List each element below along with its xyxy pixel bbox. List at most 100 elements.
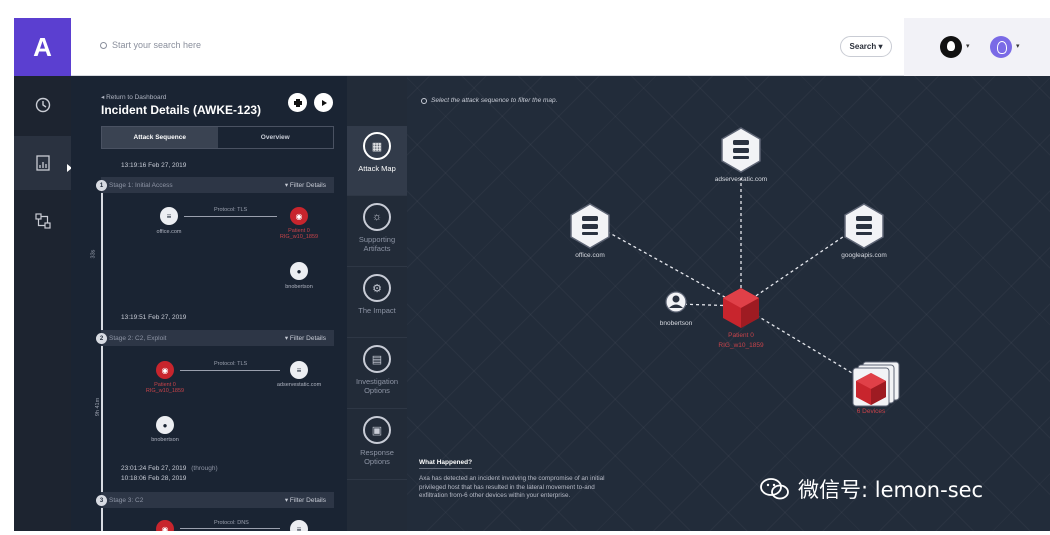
wechat-icon: [760, 478, 789, 500]
strip-label: Attack Map: [358, 164, 396, 173]
stage-timestamp: 23:01:24 Feb 27, 2019 (through): [121, 465, 218, 472]
what-happened-title: What Happened?: [419, 459, 473, 469]
node-label: bnobertson: [151, 437, 179, 443]
top-bar: A Start your search here Search ▾ ▾ ▾: [14, 18, 1050, 76]
protocol-label: Protocol: DNS: [214, 520, 249, 526]
user-icon: [665, 291, 687, 313]
compromised-host-icon[interactable]: ◉: [156, 361, 174, 379]
server-icon[interactable]: ≡: [160, 207, 178, 225]
report-icon[interactable]: [14, 136, 71, 190]
stage-timestamp-end: 10:18:06 Feb 28, 2019: [121, 475, 187, 482]
user-icon[interactable]: ●: [156, 416, 174, 434]
protocol-label: Protocol: TLS: [214, 361, 248, 367]
tab-overview[interactable]: Overview: [218, 127, 334, 148]
tab-attack-sequence[interactable]: Attack Sequence: [102, 127, 218, 148]
stage-timestamp: 13:19:16 Feb 27, 2019: [121, 162, 187, 169]
node-label: 6 Devices: [856, 408, 886, 415]
node-label: googleapis.com: [841, 252, 887, 259]
filter-details-button[interactable]: ▾ Filter Details: [285, 181, 326, 189]
server-hex-icon: [721, 127, 761, 173]
node-label: adservestatic.com: [714, 176, 768, 183]
server-icon[interactable]: ≡: [290, 520, 308, 531]
timeline-line: [101, 188, 103, 531]
attack-map[interactable]: Select the attack sequence to filter the…: [407, 76, 1050, 531]
what-happened-panel: What Happened? Axa has detected an incid…: [419, 451, 619, 501]
clock-icon[interactable]: [14, 78, 71, 132]
print-icon[interactable]: [288, 93, 307, 112]
map-icon: ▦: [363, 132, 391, 160]
app-logo[interactable]: A: [14, 18, 71, 76]
impact-icon: ⚙: [363, 274, 391, 302]
response-options-tab[interactable]: ▣ Response Options: [347, 410, 407, 480]
node-label: Patient 0 RIG_w10_1859: [145, 382, 185, 394]
timestamp-start: 23:01:24 Feb 27, 2019: [121, 465, 187, 472]
what-happened-body: Axa has detected an incident involving t…: [419, 475, 605, 499]
node-label: Patient 0 RIG_w10_1859: [279, 228, 319, 240]
stage-number: 1: [96, 180, 107, 191]
supporting-artifacts-tab[interactable]: ☼ Supporting Artifacts: [347, 197, 407, 267]
server-icon[interactable]: ≡: [290, 361, 308, 379]
node-label: RIG_w10_1859: [718, 342, 764, 349]
protocol-label: Protocol: TLS: [214, 207, 248, 213]
stage-label: Stage 3: C2: [109, 496, 144, 504]
stage-label: Stage 2: C2, Exploit: [109, 334, 167, 342]
stage-bar[interactable]: Stage 1: Initial Access ▾ Filter Details: [101, 177, 334, 193]
response-icon: ▣: [363, 416, 391, 444]
stage-bar[interactable]: Stage 3: C2 ▾ Filter Details: [101, 492, 334, 508]
chevron-down-icon[interactable]: ▾: [1016, 42, 1020, 50]
user-icon[interactable]: ●: [290, 262, 308, 280]
edge-left: [596, 225, 742, 307]
fingerprint-icon: ☼: [363, 203, 391, 231]
watermark-text: 微信号: lemon-sec: [798, 478, 984, 502]
stage-label: Stage 1: Initial Access: [109, 181, 173, 189]
node-label: Patient 0: [728, 332, 754, 339]
stage-number: 3: [96, 495, 107, 506]
shield-user-icon[interactable]: [940, 36, 962, 58]
devices-cube-stack-icon: [852, 361, 900, 407]
search-field[interactable]: Start your search here: [100, 40, 201, 50]
page-title: Incident Details (AWKE-123): [101, 103, 262, 117]
stage-timestamp: 13:19:51 Feb 27, 2019: [121, 314, 187, 321]
strip-label: Supporting Artifacts: [358, 235, 396, 253]
edge-right: [740, 225, 860, 307]
network-icon[interactable]: [14, 194, 71, 248]
node-label: office.com: [575, 252, 605, 259]
connection-line: [180, 528, 280, 529]
node-label: adservestatic.com: [276, 382, 322, 388]
filter-details-button[interactable]: ▾ Filter Details: [285, 496, 326, 504]
watermark: 微信号: lemon-sec: [760, 474, 983, 504]
server-hex-icon: [570, 203, 610, 249]
investigation-options-tab[interactable]: ▤ Investigation Options: [347, 339, 407, 409]
strip-label: Response Options: [360, 448, 394, 466]
search-icon: [100, 41, 107, 49]
node-label: bnobertson: [285, 284, 313, 290]
incident-panel: ◂ Return to Dashboard Incident Details (…: [71, 76, 347, 531]
return-to-dashboard-link[interactable]: ◂ Return to Dashboard: [101, 93, 166, 101]
attack-map-tab[interactable]: ▦ Attack Map: [347, 126, 407, 196]
connection-line: [180, 370, 280, 371]
timestamp-through: (through): [191, 465, 218, 472]
server-hex-icon: [844, 203, 884, 249]
topbar-user-area: [904, 18, 1050, 76]
strip-label: Investigation Options: [355, 377, 399, 395]
stage-number: 2: [96, 333, 107, 344]
investigation-icon: ▤: [363, 345, 391, 373]
search-placeholder: Start your search here: [112, 40, 202, 50]
stage-duration: 33s: [90, 249, 97, 259]
compromised-host-icon[interactable]: ◉: [290, 207, 308, 225]
strip-label: The Impact: [358, 306, 396, 315]
compromised-host-icon[interactable]: ◉: [156, 520, 174, 531]
avatar[interactable]: [990, 36, 1012, 58]
search-button[interactable]: Search ▾: [840, 36, 892, 57]
connection-line: [184, 216, 277, 217]
filter-details-button[interactable]: ▾ Filter Details: [285, 334, 326, 342]
stage-bar[interactable]: Stage 2: C2, Exploit ▾ Filter Details: [101, 330, 334, 346]
play-icon[interactable]: [314, 93, 333, 112]
the-impact-tab[interactable]: ⚙ The Impact: [347, 268, 407, 338]
chevron-down-icon[interactable]: ▾: [966, 42, 970, 50]
node-label: bnobertson: [659, 320, 693, 327]
node-label: office.com: [156, 229, 182, 235]
stage-duration: 9h 41m: [95, 397, 102, 417]
incident-tabs: Attack Sequence Overview: [101, 126, 334, 149]
left-nav: [14, 76, 71, 531]
